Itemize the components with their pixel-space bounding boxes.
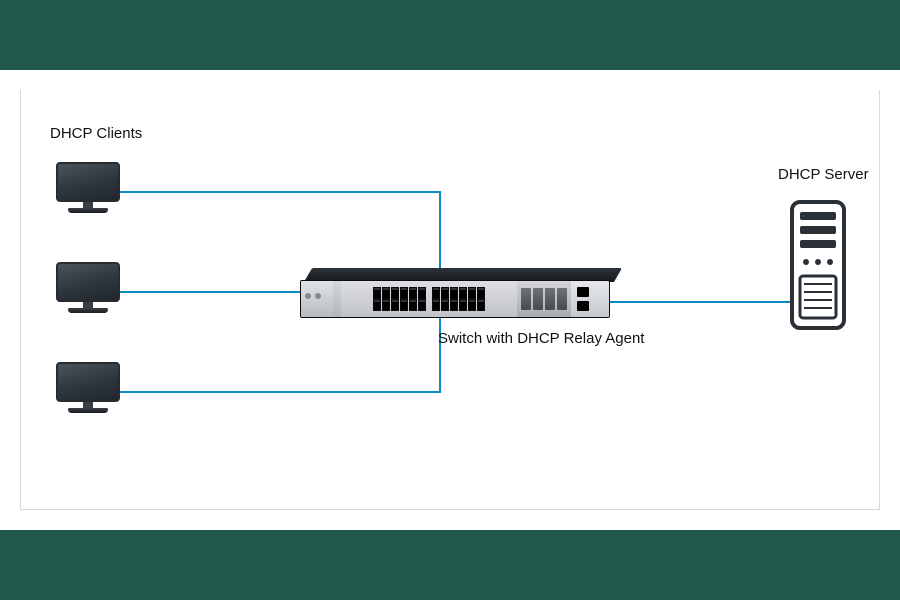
rj45-port-icon [432,287,440,311]
client-monitor-3 [56,362,120,413]
bottom-band [0,530,900,600]
switch-sfp-block [517,281,571,317]
sfp-slot-icon [521,288,531,310]
monitor-screen-icon [56,162,120,202]
sfp-slot-icon [545,288,555,310]
server-label: DHCP Server [778,166,869,183]
rj45-port-icon [391,287,399,311]
monitor-base [68,308,108,313]
monitor-base [68,408,108,413]
monitor-base [68,208,108,213]
clients-label: DHCP Clients [50,125,142,142]
sfp-slot-icon [533,288,543,310]
switch-led-strip [333,281,341,317]
rj45-port-icon [382,287,390,311]
rj45-port-icon [468,287,476,311]
switch-mgmt-panel [571,281,609,317]
top-band [0,0,900,70]
rj45-port-icon [459,287,467,311]
rj45-port-icon [418,287,426,311]
switch-label: Switch with DHCP Relay Agent [438,330,644,347]
monitor-screen-icon [56,362,120,402]
client-monitor-2 [56,262,120,313]
switch-body [300,280,610,318]
rj45-port-icon [400,287,408,311]
switch-port-block [341,281,517,317]
client-monitor-1 [56,162,120,213]
monitor-screen-icon [56,262,120,302]
rj45-port-icon [373,287,381,311]
rj45-port-icon [409,287,417,311]
rj45-port-icon [441,287,449,311]
diagram-canvas: DHCP Clients Switch with DHCP Relay Agen… [0,70,900,530]
rj45-port-icon [450,287,458,311]
network-switch [300,276,610,318]
switch-left-panel [301,281,333,317]
sfp-slot-icon [557,288,567,310]
dhcp-server-icon [790,200,846,330]
rj45-port-icon [477,287,485,311]
